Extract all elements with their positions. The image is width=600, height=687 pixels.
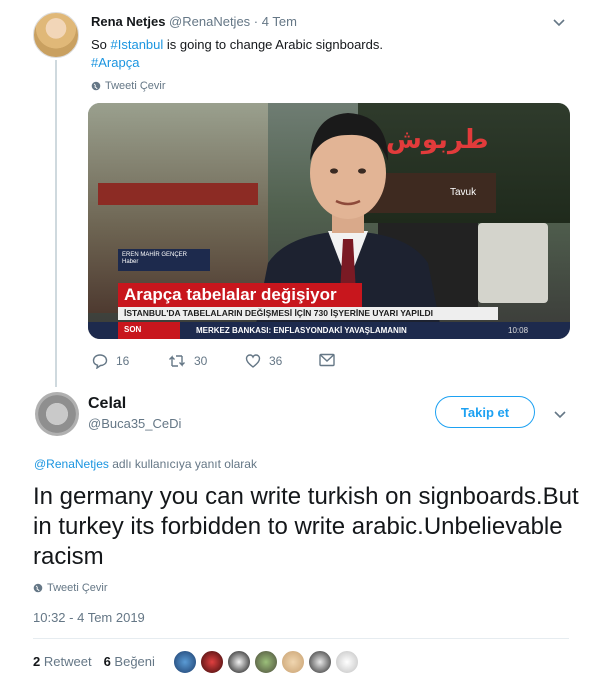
liker-avatar[interactable]	[254, 650, 278, 674]
street-background	[88, 103, 268, 313]
replying-to-handle[interactable]: @RenaNetjes	[34, 457, 109, 471]
liker-avatar[interactable]	[200, 650, 224, 674]
liker-avatar[interactable]	[281, 650, 305, 674]
parent-author-name[interactable]: Rena Netjes	[91, 14, 165, 29]
retweet-stat-count: 2	[33, 654, 41, 669]
separator-dot: ·	[253, 14, 259, 29]
retweet-stat-label: Retweet	[43, 654, 92, 669]
hashtag-istanbul[interactable]: #Istanbul	[111, 37, 164, 52]
liker-avatar[interactable]	[308, 650, 332, 674]
parent-date[interactable]: 4 Tem	[262, 14, 297, 29]
replying-to-suffix: adlı kullanıcıya yanıt olarak	[108, 457, 257, 471]
divider	[33, 638, 569, 639]
liker-avatars	[173, 650, 359, 674]
envelope-icon	[319, 353, 335, 367]
translate-label[interactable]: Tweeti Çevir	[105, 80, 166, 92]
reporter-name: EREN MAHİR GENÇER	[122, 252, 188, 258]
liker-avatar[interactable]	[335, 650, 359, 674]
retweet-action[interactable]: 30	[168, 353, 207, 369]
liker-avatar[interactable]	[173, 650, 197, 674]
liker-avatar[interactable]	[227, 650, 251, 674]
ticker-clock: 10:08	[508, 326, 529, 335]
like-action[interactable]: 36	[245, 353, 282, 369]
like-stat-label: Beğeni	[114, 654, 155, 669]
retweet-count: 30	[194, 354, 208, 368]
news-ticker: SON MERKEZ BANKASI: ENFLASYONDAKİ YAVAŞL…	[88, 322, 570, 339]
reply-avatar[interactable]	[35, 392, 79, 436]
translate-label[interactable]: Tweeti Çevir	[47, 582, 108, 594]
chevron-down-icon[interactable]	[552, 406, 568, 422]
retweet-icon	[169, 355, 185, 367]
reporter-role: Haber	[122, 259, 139, 265]
engagement-stats: 2 Retweet 6 Beğeni	[33, 654, 155, 669]
globe-icon	[33, 583, 43, 593]
reply-tweet-text: In germany you can write turkish on sign…	[33, 483, 579, 570]
tweet-media-image[interactable]: طربوش Tavuk EREN MAHİR GENÇER Haber Arap…	[88, 103, 570, 339]
parent-translate-link[interactable]: Tweeti Çevir	[91, 80, 166, 92]
follow-button[interactable]: Takip et	[435, 396, 535, 428]
heart-icon	[245, 354, 261, 368]
reply-icon	[92, 354, 108, 369]
chevron-down-icon[interactable]	[551, 14, 567, 30]
globe-icon	[91, 81, 101, 91]
ticker-label: SON	[118, 322, 180, 339]
reply-translate-link[interactable]: Tweeti Çevir	[33, 582, 108, 594]
parent-author-handle[interactable]: @RenaNetjes	[169, 14, 250, 29]
text-suffix: is going to change Arabic signboards.	[163, 37, 383, 52]
awning	[98, 183, 258, 205]
reply-timestamp[interactable]: 10:32 - 4 Tem 2019	[33, 610, 145, 625]
shop-sign-brand: Tavuk	[450, 187, 477, 198]
news-headline: Arapça tabelalar değişiyor	[118, 283, 362, 307]
reporter-lower-third: EREN MAHİR GENÇER Haber	[118, 249, 210, 271]
reply-author-name[interactable]: Celal	[88, 395, 126, 413]
reply-author-handle[interactable]: @Buca35_CeDi	[88, 416, 181, 431]
ticker-text: MERKEZ BANKASI: ENFLASYONDAKİ YAVAŞLAMAN…	[196, 326, 407, 335]
replying-to: @RenaNetjes adlı kullanıcıya yanıt olara…	[34, 457, 257, 471]
reply-count: 16	[116, 354, 130, 368]
ac-unit	[478, 223, 548, 303]
text-prefix: So	[91, 37, 111, 52]
like-stat[interactable]: 6 Beğeni	[104, 654, 155, 669]
hashtag-arapca[interactable]: #Arapça	[91, 55, 139, 70]
parent-tweet-text: So #Istanbul is going to change Arabic s…	[91, 36, 383, 72]
like-count: 36	[269, 354, 283, 368]
thread-line	[55, 60, 57, 387]
news-subhead: İSTANBUL'DA TABELALARIN DEĞİŞMESİ İÇİN 7…	[118, 307, 498, 320]
parent-avatar[interactable]	[33, 12, 79, 58]
like-stat-count: 6	[103, 654, 111, 669]
parent-header: Rena Netjes @RenaNetjes · 4 Tem	[91, 14, 297, 29]
direct-message-action[interactable]	[319, 353, 335, 367]
reply-action[interactable]: 16	[92, 353, 129, 369]
retweet-stat[interactable]: 2 Retweet	[33, 654, 92, 669]
